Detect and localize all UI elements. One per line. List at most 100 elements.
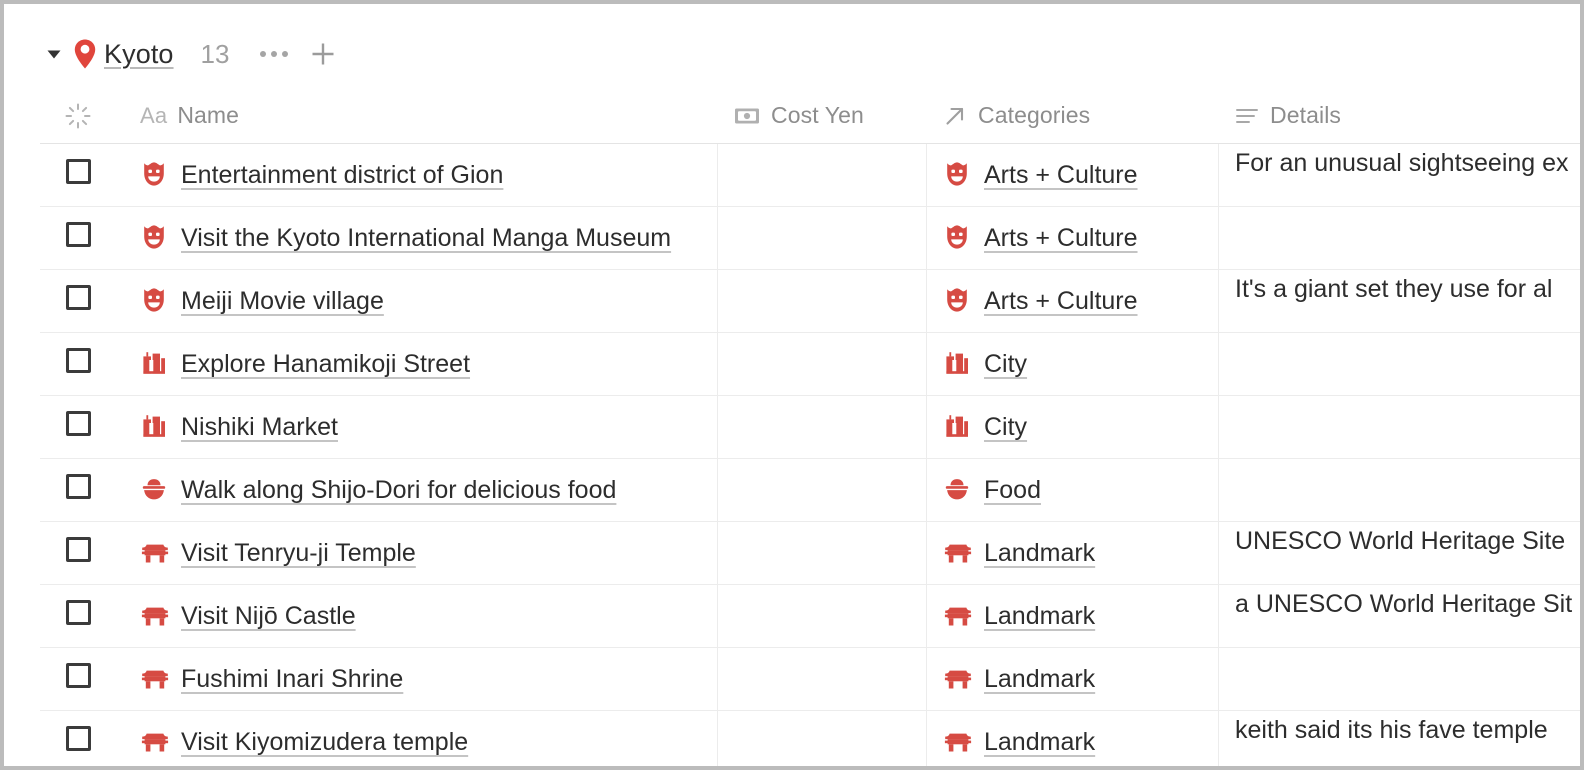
category-link[interactable]: Landmark bbox=[984, 534, 1095, 572]
category-link[interactable]: Arts + Culture bbox=[984, 282, 1138, 320]
cell-name[interactable]: Fushimi Inari Shrine bbox=[116, 648, 718, 710]
category-link[interactable]: Arts + Culture bbox=[984, 156, 1138, 194]
category-link[interactable]: Arts + Culture bbox=[984, 219, 1138, 257]
row-checkbox[interactable] bbox=[65, 222, 91, 247]
item-name-link[interactable]: Meiji Movie village bbox=[181, 282, 384, 320]
category-link[interactable]: City bbox=[984, 408, 1027, 446]
cell-categories[interactable]: Food bbox=[927, 459, 1219, 521]
cell-categories[interactable]: City bbox=[927, 333, 1219, 395]
cell-cost-yen[interactable] bbox=[718, 711, 927, 766]
category-link[interactable]: City bbox=[984, 345, 1027, 383]
column-header-categories[interactable]: Categories bbox=[927, 88, 1219, 143]
add-item-button[interactable] bbox=[305, 34, 341, 74]
item-name-link[interactable]: Nishiki Market bbox=[181, 408, 338, 446]
cell-details[interactable]: a UNESCO World Heritage Sit bbox=[1219, 585, 1580, 647]
item-name-link[interactable]: Visit the Kyoto International Manga Muse… bbox=[181, 219, 671, 257]
cell-name[interactable]: Entertainment district of Gion bbox=[116, 144, 718, 206]
cell-name[interactable]: Walk along Shijo-Dori for delicious food bbox=[116, 459, 718, 521]
cell-name[interactable]: Visit Tenryu-ji Temple bbox=[116, 522, 718, 584]
cell-name[interactable]: Meiji Movie village bbox=[116, 270, 718, 332]
cell-categories[interactable]: Landmark bbox=[927, 711, 1219, 766]
cell-cost-yen[interactable] bbox=[718, 585, 927, 647]
cell-cost-yen[interactable] bbox=[718, 396, 927, 458]
cell-categories[interactable]: City bbox=[927, 396, 1219, 458]
row-checkbox[interactable] bbox=[65, 348, 91, 373]
cell-details[interactable]: For an unusual sightseeing ex bbox=[1219, 144, 1580, 206]
relation-arrow-icon bbox=[943, 104, 967, 128]
cell-details[interactable]: keith said its his fave temple bbox=[1219, 711, 1580, 766]
table-row[interactable]: Visit Nijō Castle Landmark a UNESCO World … bbox=[40, 585, 1580, 648]
column-header-name[interactable]: Aa Name bbox=[116, 88, 718, 143]
cell-details[interactable] bbox=[1219, 333, 1580, 395]
cell-categories[interactable]: Arts + Culture bbox=[927, 270, 1219, 332]
cell-name[interactable]: Explore Hanamikoji Street bbox=[116, 333, 718, 395]
cell-details[interactable] bbox=[1219, 207, 1580, 269]
row-select-cell bbox=[40, 144, 116, 206]
cell-cost-yen[interactable] bbox=[718, 648, 927, 710]
cell-cost-yen[interactable] bbox=[718, 333, 927, 395]
category-link[interactable]: Landmark bbox=[984, 660, 1095, 698]
cell-name[interactable]: Nishiki Market bbox=[116, 396, 718, 458]
cell-cost-yen[interactable] bbox=[718, 144, 927, 206]
details-value: It's a giant set they use for al bbox=[1235, 275, 1553, 303]
table-header-row: Aa Name Cost Yen Categories Details bbox=[40, 88, 1580, 144]
table-body: Entertainment district of Gion Arts + Cul… bbox=[40, 144, 1580, 766]
row-checkbox[interactable] bbox=[65, 474, 91, 499]
item-name-link[interactable]: Visit Tenryu-ji Temple bbox=[181, 534, 416, 572]
row-checkbox[interactable] bbox=[65, 285, 91, 310]
cell-details[interactable] bbox=[1219, 459, 1580, 521]
item-name-link[interactable]: Fushimi Inari Shrine bbox=[181, 660, 403, 698]
cell-cost-yen[interactable] bbox=[718, 522, 927, 584]
cell-categories[interactable]: Landmark bbox=[927, 585, 1219, 647]
cell-cost-yen[interactable] bbox=[718, 459, 927, 521]
cell-details[interactable]: UNESCO World Heritage Site bbox=[1219, 522, 1580, 584]
category-link[interactable]: Landmark bbox=[984, 597, 1095, 635]
row-checkbox[interactable] bbox=[65, 600, 91, 625]
item-name-link[interactable]: Visit Kiyomizudera temple bbox=[181, 723, 468, 761]
column-header-cost-yen[interactable]: Cost Yen bbox=[718, 88, 927, 143]
cell-name[interactable]: Visit Nijō Castle bbox=[116, 585, 718, 647]
cell-categories[interactable]: Landmark bbox=[927, 522, 1219, 584]
table-row[interactable]: Visit the Kyoto International Manga Muse… bbox=[40, 207, 1580, 270]
column-header-select[interactable] bbox=[40, 88, 116, 143]
location-pin-icon[interactable] bbox=[68, 28, 102, 80]
table-row[interactable]: Nishiki Market City bbox=[40, 396, 1580, 459]
row-checkbox[interactable] bbox=[65, 159, 91, 184]
collection-header: Kyoto 13 bbox=[40, 28, 341, 80]
table-row[interactable]: Meiji Movie village Arts + Culture It's a … bbox=[40, 270, 1580, 333]
column-header-categories-label: Categories bbox=[978, 102, 1091, 128]
item-name-link[interactable]: Walk along Shijo-Dori for delicious food bbox=[181, 471, 616, 509]
table-row[interactable]: Explore Hanamikoji Street City bbox=[40, 333, 1580, 396]
cell-details[interactable] bbox=[1219, 396, 1580, 458]
cell-categories[interactable]: Arts + Culture bbox=[927, 144, 1219, 206]
cell-categories[interactable]: Landmark bbox=[927, 648, 1219, 710]
cell-name[interactable]: Visit Kiyomizudera temple bbox=[116, 711, 718, 766]
column-header-details-label: Details bbox=[1270, 102, 1342, 128]
dot bbox=[271, 51, 278, 57]
table-row[interactable]: Entertainment district of Gion Arts + Cul… bbox=[40, 144, 1580, 207]
item-name-link[interactable]: Visit Nijō Castle bbox=[181, 597, 356, 635]
table-row[interactable]: Walk along Shijo-Dori for delicious food… bbox=[40, 459, 1580, 522]
column-header-details[interactable]: Details bbox=[1219, 88, 1580, 143]
table-row[interactable]: Visit Kiyomizudera temple Landmark keith s… bbox=[40, 711, 1580, 766]
caret-down-icon[interactable] bbox=[40, 28, 68, 80]
collection-title[interactable]: Kyoto bbox=[102, 39, 174, 70]
cell-cost-yen[interactable] bbox=[718, 207, 927, 269]
row-checkbox[interactable] bbox=[65, 411, 91, 436]
category-link[interactable]: Food bbox=[984, 471, 1041, 509]
collection-more-options-button[interactable] bbox=[257, 34, 291, 74]
table-row[interactable]: Visit Tenryu-ji Temple Landmark UNESCO Wor… bbox=[40, 522, 1580, 585]
row-checkbox[interactable] bbox=[65, 726, 91, 751]
cell-cost-yen[interactable] bbox=[718, 270, 927, 332]
table-row[interactable]: Fushimi Inari Shrine Landmark bbox=[40, 648, 1580, 711]
row-checkbox[interactable] bbox=[65, 663, 91, 688]
item-name-link[interactable]: Entertainment district of Gion bbox=[181, 156, 503, 194]
row-checkbox[interactable] bbox=[65, 537, 91, 562]
cell-categories[interactable]: Arts + Culture bbox=[927, 207, 1219, 269]
cell-details[interactable] bbox=[1219, 648, 1580, 710]
item-name-link[interactable]: Explore Hanamikoji Street bbox=[181, 345, 470, 383]
category-link[interactable]: Landmark bbox=[984, 723, 1095, 761]
cell-details[interactable]: It's a giant set they use for al bbox=[1219, 270, 1580, 332]
cell-name[interactable]: Visit the Kyoto International Manga Muse… bbox=[116, 207, 718, 269]
row-select-cell bbox=[40, 711, 116, 766]
